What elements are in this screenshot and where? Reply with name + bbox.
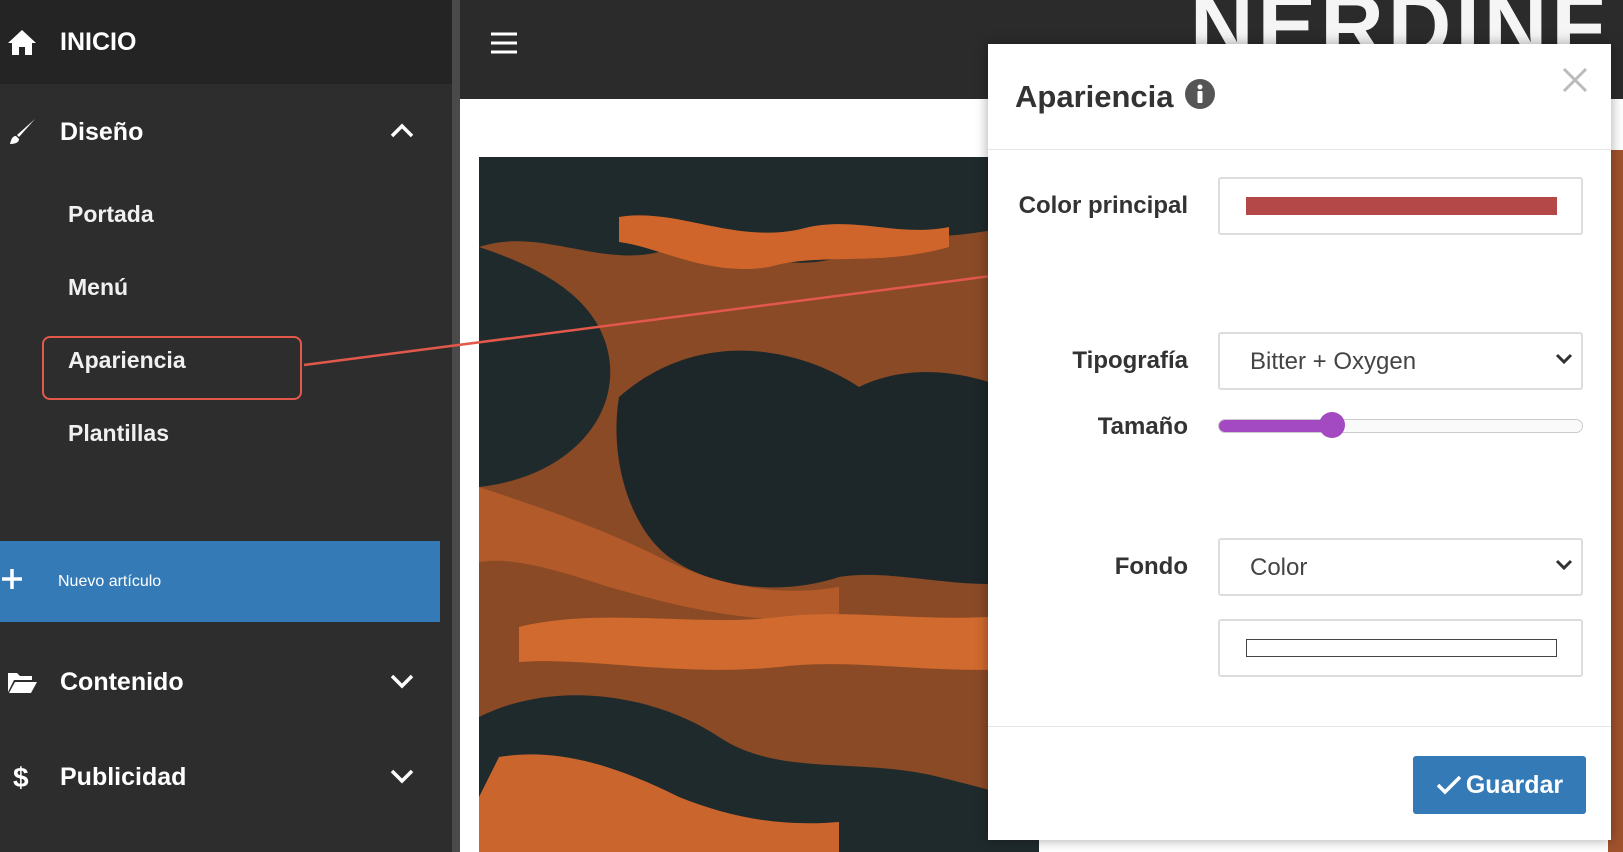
chevron-down-icon bbox=[1555, 352, 1573, 371]
fondo-select[interactable]: Color bbox=[1218, 538, 1583, 596]
tamano-slider-thumb[interactable] bbox=[1318, 412, 1345, 438]
tipografia-select[interactable]: Bitter + Oxygen bbox=[1218, 332, 1583, 390]
modal-title: Apariencia bbox=[1015, 78, 1174, 114]
check-icon bbox=[1436, 774, 1462, 796]
tamano-label: Tamaño bbox=[1097, 413, 1188, 440]
tipografia-label: Tipografía bbox=[1072, 347, 1188, 374]
info-icon[interactable] bbox=[1184, 78, 1216, 115]
fondo-label: Fondo bbox=[1114, 553, 1188, 580]
modal-footer-divider bbox=[988, 726, 1611, 727]
tipografia-value: Bitter + Oxygen bbox=[1250, 348, 1417, 375]
color-principal-input[interactable] bbox=[1218, 177, 1583, 235]
fondo-color-input[interactable] bbox=[1218, 619, 1583, 677]
fondo-color-swatch bbox=[1246, 639, 1557, 657]
save-button[interactable]: Guardar bbox=[1413, 756, 1586, 814]
modal-header: Apariencia bbox=[988, 44, 1611, 150]
appearance-modal: Apariencia Color principal Tipografía Bi… bbox=[988, 44, 1611, 840]
close-icon[interactable] bbox=[1561, 66, 1589, 99]
tamano-slider-fill bbox=[1219, 420, 1332, 432]
fondo-value: Color bbox=[1250, 554, 1308, 581]
tamano-slider[interactable] bbox=[1218, 412, 1583, 438]
color-principal-swatch bbox=[1246, 197, 1557, 215]
save-button-label: Guardar bbox=[1465, 770, 1564, 799]
color-principal-label: Color principal bbox=[1018, 192, 1188, 219]
chevron-down-icon bbox=[1555, 558, 1573, 577]
